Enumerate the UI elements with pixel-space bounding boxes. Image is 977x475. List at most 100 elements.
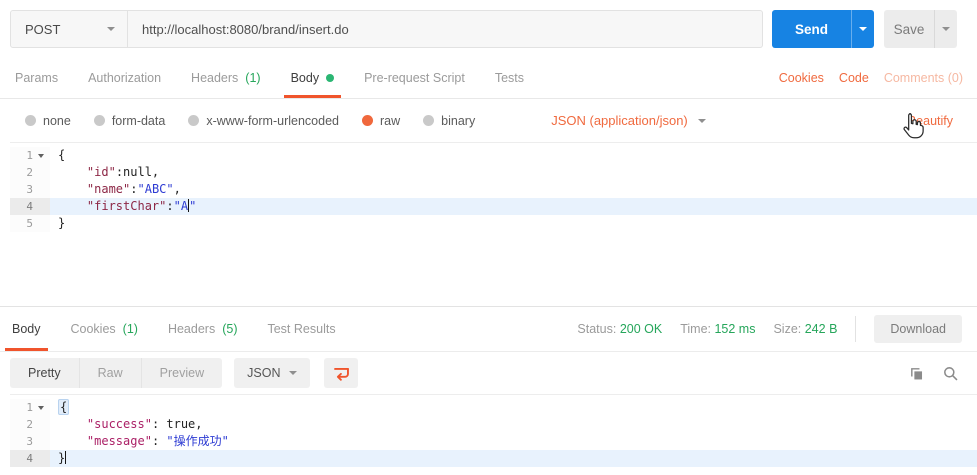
radio-label: x-www-form-urlencoded	[206, 113, 339, 128]
code-text: }	[50, 215, 977, 232]
code-token: :	[151, 434, 167, 448]
code-line: 2 "id":null,	[10, 164, 977, 181]
method-label: POST	[25, 21, 61, 37]
response-tab-headers[interactable]: Headers (5)	[168, 307, 238, 351]
view-preview[interactable]: Preview	[140, 358, 222, 388]
line-gutter: 1	[10, 147, 50, 164]
code-token: "A	[173, 199, 189, 213]
comments-0-link[interactable]: Comments (0)	[884, 71, 963, 85]
fold-caret-icon	[36, 450, 46, 467]
bodytype-form-data[interactable]: form-data	[93, 114, 165, 128]
radio-icon	[188, 115, 200, 126]
format-select[interactable]: JSON	[234, 358, 311, 388]
format-label: JSON	[247, 366, 281, 380]
cookies-link[interactable]: Cookies	[779, 71, 824, 85]
send-button[interactable]: Send	[772, 10, 851, 48]
response-tab-cookies[interactable]: Cookies (1)	[71, 307, 138, 351]
copy-button[interactable]	[908, 365, 925, 382]
meta-label: Time:	[680, 322, 715, 336]
tab-headers[interactable]: Headers (1)	[191, 58, 261, 98]
wrap-text-button[interactable]	[324, 358, 359, 388]
radio-label: raw	[380, 113, 401, 128]
response-controls: Pretty Raw Preview JSON	[0, 352, 977, 394]
radio-icon	[362, 115, 373, 126]
response-tab-test-results[interactable]: Test Results	[267, 307, 335, 351]
chevron-down-icon	[859, 27, 867, 31]
code-token: }	[58, 216, 66, 230]
line-number: 2	[26, 418, 33, 431]
line-number: 2	[26, 166, 33, 179]
tab-label: Cookies	[70, 322, 116, 336]
tab-pre-request-script[interactable]: Pre-request Script	[364, 58, 465, 98]
radio-label: none	[43, 113, 71, 128]
url-input[interactable]	[128, 10, 763, 48]
tab-params[interactable]: Params	[15, 58, 58, 98]
bodytype-options: none form-data x-www-form-urlencoded raw bin…	[25, 114, 498, 128]
request-tabs: Params Authorization Headers (1) Body Pre-req…	[15, 58, 554, 98]
search-button[interactable]	[942, 365, 959, 382]
time-meta: Time: 152 ms	[680, 322, 755, 336]
code-line: 1{	[10, 399, 977, 416]
line-number: 3	[26, 183, 33, 196]
code-token: "ABC"	[137, 182, 174, 196]
content-type-select[interactable]: JSON (application/json)	[551, 113, 706, 128]
meta-value: 152 ms	[714, 322, 756, 336]
code-text: {	[50, 399, 977, 416]
beautify-link[interactable]: Beautify	[908, 114, 953, 128]
fold-caret-icon	[36, 181, 46, 198]
response-meta-items: Status: 200 OK Time: 152 ms Size: 242 B	[577, 322, 837, 336]
fold-caret-icon[interactable]	[36, 147, 46, 164]
chevron-down-icon	[107, 27, 115, 31]
line-gutter: 5	[10, 215, 50, 232]
meta-value: 242 B	[804, 322, 838, 336]
save-button[interactable]: Save	[884, 10, 934, 48]
send-options-button[interactable]	[851, 10, 874, 48]
request-body-editor[interactable]: 1{2 "id":null, 3 "name":"ABC", 4 "firstCha…	[10, 142, 977, 306]
copy-icon	[911, 367, 923, 379]
response-body-editor[interactable]: 1{2 "success": true, 3 "message": "操作成功" 4…	[10, 394, 977, 475]
code-line: 2 "success": true,	[10, 416, 977, 433]
chevron-down-icon	[942, 27, 950, 31]
tab-label: Headers	[191, 71, 239, 85]
radio-icon	[423, 115, 435, 126]
tab-label: Body	[12, 322, 41, 336]
line-number: 5	[26, 217, 33, 230]
tab-count: (1)	[245, 71, 261, 85]
method-select[interactable]: POST	[10, 10, 128, 48]
code-link[interactable]: Code	[839, 71, 869, 85]
code-token: "name"	[86, 182, 131, 196]
code-text: "message": "操作成功"	[50, 433, 977, 450]
line-number: 3	[26, 435, 33, 448]
fold-caret-icon[interactable]	[36, 399, 46, 416]
bodytype-binary[interactable]: binary	[423, 114, 475, 128]
bodytype-x-www-form-urlencoded[interactable]: x-www-form-urlencoded	[188, 114, 339, 128]
bodytype-raw[interactable]: raw	[362, 114, 400, 128]
tab-authorization[interactable]: Authorization	[88, 58, 161, 98]
save-options-button[interactable]	[934, 10, 957, 48]
tab-body[interactable]: Body	[283, 58, 341, 98]
content-type-label: JSON (application/json)	[551, 113, 688, 128]
view-raw[interactable]: Raw	[78, 358, 141, 388]
view-pretty[interactable]: Pretty	[10, 358, 79, 388]
fold-caret-icon	[36, 215, 46, 232]
response-meta: Status: 200 OK Time: 152 ms Size: 242 B Do…	[577, 307, 977, 351]
tab-label: Pre-request Script	[364, 71, 465, 85]
code-token: :	[130, 182, 138, 196]
status-meta: Status: 200 OK	[577, 322, 662, 336]
line-number: 4	[26, 452, 33, 465]
download-button[interactable]: Download	[874, 315, 962, 343]
code-line: 3 "message": "操作成功"	[10, 433, 977, 450]
size-meta: Size: 242 B	[773, 322, 837, 336]
body-type-row: none form-data x-www-form-urlencoded raw bin…	[0, 99, 977, 142]
response-tabs: Body Cookies (1) Headers (5) Test Results	[5, 307, 577, 351]
fold-caret-icon	[36, 198, 46, 215]
response-tab-body[interactable]: Body	[5, 307, 47, 351]
tab-label: Body	[290, 71, 320, 85]
bodytype-none[interactable]: none	[25, 114, 71, 128]
tab-tests[interactable]: Tests	[495, 58, 524, 98]
line-gutter: 3	[10, 433, 50, 450]
